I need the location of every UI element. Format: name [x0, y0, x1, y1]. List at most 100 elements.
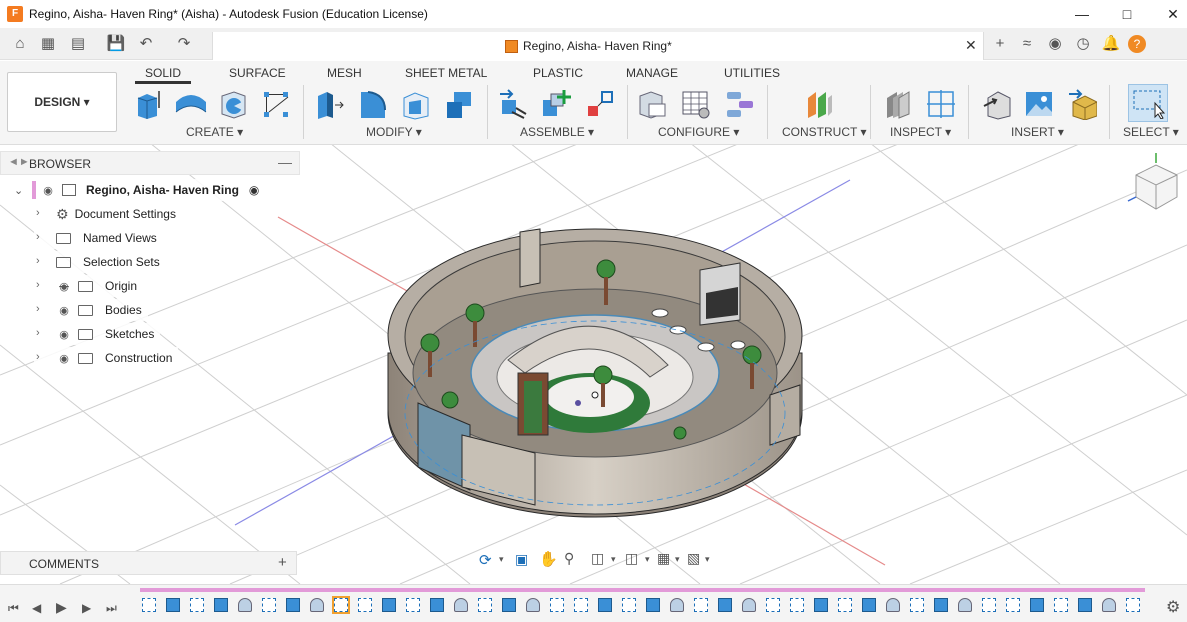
group-inspect[interactable]: INSPECT ▾ [890, 125, 951, 139]
timeline-sketch-icon[interactable] [332, 596, 350, 614]
drag-handle-icon[interactable]: ◄► [8, 156, 30, 168]
section-analysis-icon[interactable] [926, 88, 956, 120]
chevron-right-icon[interactable]: › [36, 351, 40, 363]
chevron-right-icon[interactable]: › [36, 303, 40, 315]
timeline-sketch-icon[interactable] [478, 598, 492, 612]
new-component-icon[interactable] [133, 88, 163, 120]
home-icon[interactable]: ⌂ [10, 34, 30, 54]
data-panel-icon[interactable]: ◉ [1045, 34, 1065, 54]
chevron-right-icon[interactable]: › [36, 207, 40, 219]
select-tool-button[interactable] [1128, 84, 1168, 122]
tab-sheet-metal[interactable]: SHEET METAL [405, 66, 487, 80]
timeline-revolve-icon[interactable] [886, 598, 900, 612]
tab-surface[interactable]: SURFACE [229, 66, 286, 80]
viewcube[interactable] [1127, 153, 1178, 210]
eye-icon[interactable]: ◉ [56, 304, 72, 317]
minimize-icon[interactable]: — [1059, 0, 1105, 28]
tab-plastic[interactable]: PLASTIC [533, 66, 583, 80]
parameters-icon[interactable] [637, 88, 667, 120]
browser-item-named-views[interactable]: › Named Views [34, 227, 163, 249]
timeline-extrude-icon[interactable] [718, 598, 732, 612]
timeline-sketch-icon[interactable] [142, 598, 156, 612]
insert-mesh-icon[interactable] [1067, 88, 1097, 120]
viewports-icon[interactable]: ▧ [687, 550, 700, 567]
browser-item-document-settings[interactable]: › ⚙ Document Settings [34, 203, 182, 225]
timeline-sketch-icon[interactable] [190, 598, 204, 612]
timeline-revolve-icon[interactable] [958, 598, 972, 612]
timeline-sketch-icon[interactable] [910, 598, 924, 612]
timeline-sketch-icon[interactable] [358, 598, 372, 612]
group-assemble[interactable]: ASSEMBLE ▾ [520, 125, 594, 139]
fillet-icon[interactable] [358, 88, 388, 120]
browser-item-construction[interactable]: › ◉ Construction [34, 347, 179, 369]
fit-icon[interactable]: ◫ [591, 550, 604, 567]
add-comment-icon[interactable]: + [278, 554, 287, 571]
timeline-sketch-icon[interactable] [262, 598, 276, 612]
tab-mesh[interactable]: MESH [327, 66, 362, 80]
timeline-extrude-icon[interactable] [598, 598, 612, 612]
timeline-extrude-icon[interactable] [502, 598, 516, 612]
eye-hidden-icon[interactable]: ◉ [56, 280, 72, 293]
orbit-icon[interactable]: ⟳ [479, 551, 492, 569]
canvas-image-icon[interactable] [1024, 88, 1054, 120]
close-tab-icon[interactable]: ✕ [965, 37, 977, 54]
document-tab[interactable]: Regino, Aisha- Haven Ring* ✕ [212, 32, 984, 60]
activate-radio-icon[interactable]: ◉ [249, 183, 259, 197]
job-status-icon[interactable]: ◷ [1073, 34, 1093, 54]
group-create[interactable]: CREATE ▾ [186, 125, 243, 139]
insert-derive-icon[interactable] [982, 88, 1012, 120]
timeline-revolve-icon[interactable] [454, 598, 468, 612]
timeline-extrude-icon[interactable] [166, 598, 180, 612]
offset-plane-icon[interactable] [804, 88, 834, 120]
save-icon[interactable]: 💾 [106, 34, 126, 54]
timeline-revolve-icon[interactable] [670, 598, 684, 612]
grid-apps-icon[interactable]: ▦ [38, 34, 58, 54]
group-configure[interactable]: CONFIGURE ▾ [658, 125, 739, 139]
browser-item-bodies[interactable]: › ◉ Bodies [34, 299, 148, 321]
extensions-icon[interactable]: ≈ [1017, 34, 1037, 54]
timeline-extrude-icon[interactable] [430, 598, 444, 612]
browser-item-selection-sets[interactable]: › Selection Sets [34, 251, 166, 273]
timeline-sketch-icon[interactable] [838, 598, 852, 612]
chevron-down-icon[interactable]: ⌄ [14, 184, 32, 197]
timeline-revolve-icon[interactable] [1102, 598, 1116, 612]
shell-icon[interactable] [401, 88, 431, 120]
timeline-revolve-icon[interactable] [742, 598, 756, 612]
timeline-extrude-icon[interactable] [646, 598, 660, 612]
joint-icon[interactable] [498, 88, 528, 120]
timeline-extrude-icon[interactable] [1030, 598, 1044, 612]
browser-root-row[interactable]: ⌄ ◉ Regino, Aisha- Haven Ring ◉ [14, 179, 286, 201]
chevron-down-icon[interactable]: ▾ [645, 554, 650, 565]
timeline-sketch-icon[interactable] [406, 598, 420, 612]
group-insert[interactable]: INSERT ▾ [1011, 125, 1064, 139]
notifications-icon[interactable]: 🔔 [1101, 34, 1121, 54]
grid-snaps-icon[interactable]: ▦ [657, 550, 670, 567]
timeline-extrude-icon[interactable] [862, 598, 876, 612]
eye-icon[interactable]: ◉ [56, 328, 72, 341]
eye-icon[interactable]: ◉ [56, 352, 72, 365]
timeline-extrude-icon[interactable] [814, 598, 828, 612]
chevron-right-icon[interactable]: › [36, 255, 40, 267]
browser-item-origin[interactable]: › ◉ Origin [34, 275, 144, 297]
new-component-assemble-icon[interactable] [541, 88, 571, 120]
combine-icon[interactable] [444, 88, 474, 120]
configure-rules-icon[interactable] [725, 88, 755, 120]
chevron-down-icon[interactable]: ▾ [611, 554, 616, 565]
new-tab-icon[interactable]: + [990, 34, 1010, 54]
tab-manage[interactable]: MANAGE [626, 66, 678, 80]
timeline-sketch-icon[interactable] [766, 598, 780, 612]
revolve-icon[interactable] [218, 88, 248, 120]
chevron-down-icon[interactable]: ▾ [675, 554, 680, 565]
tab-solid[interactable]: SOLID [135, 66, 192, 84]
close-window-icon[interactable]: ✕ [1150, 0, 1187, 28]
timeline-extrude-icon[interactable] [214, 598, 228, 612]
collapse-panel-icon[interactable]: — [278, 154, 292, 170]
extrude-icon[interactable] [173, 88, 209, 120]
skip-to-end-icon[interactable]: ⏭ [106, 601, 117, 616]
timeline-sketch-icon[interactable] [694, 598, 708, 612]
display-settings-icon[interactable]: ◫ [625, 550, 638, 567]
timeline-extrude-icon[interactable] [934, 598, 948, 612]
timeline-sketch-icon[interactable] [574, 598, 588, 612]
group-modify[interactable]: MODIFY ▾ [366, 125, 422, 139]
group-construct[interactable]: CONSTRUCT ▾ [782, 125, 866, 139]
